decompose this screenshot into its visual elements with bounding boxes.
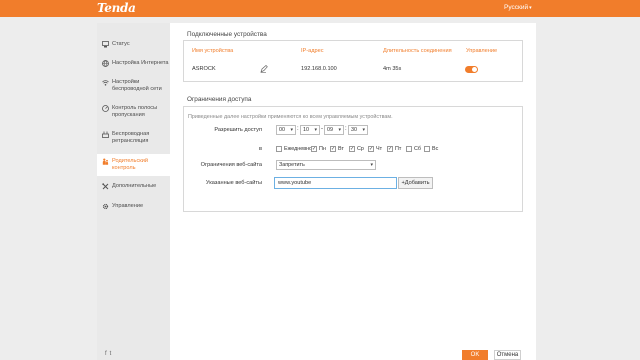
day-tue[interactable]: ✓ Вт bbox=[330, 146, 344, 152]
from-hour-value: 00 bbox=[279, 127, 285, 133]
devices-panel bbox=[183, 40, 523, 82]
chevron-down-icon: ▾ bbox=[314, 127, 317, 133]
column-control: Управление bbox=[466, 48, 498, 54]
tenda-logo: Tenda bbox=[97, 1, 136, 15]
sidebar-item-advanced[interactable]: Дополнительные bbox=[97, 183, 170, 195]
sidebar-item-label: Управление bbox=[112, 203, 144, 209]
social-links: f t bbox=[105, 351, 111, 357]
sidebar-item-label: Настройки беспроводной сети bbox=[112, 79, 162, 92]
device-duration: 4m 35s bbox=[383, 66, 402, 72]
day-mon[interactable]: ✓ Пн bbox=[311, 146, 326, 152]
restrictions-section-title: Ограничения доступа bbox=[187, 96, 252, 103]
days-label: в bbox=[259, 146, 262, 152]
twitter-icon[interactable]: t bbox=[110, 351, 112, 357]
website-input-value: www.youtube bbox=[278, 180, 312, 186]
facebook-icon[interactable]: f bbox=[105, 351, 107, 357]
day-sun[interactable]: Вс bbox=[424, 146, 438, 152]
day-thu[interactable]: ✓ Чт bbox=[368, 146, 382, 152]
day-everyday[interactable]: Ежедневно bbox=[276, 146, 312, 152]
day-label: Пт bbox=[395, 146, 402, 152]
device-ip: 192.168.0.100 bbox=[301, 66, 337, 72]
sidebar-item-label: Дополнительные bbox=[112, 183, 157, 189]
caret-down-icon: ▾ bbox=[529, 4, 532, 11]
chevron-down-icon: ▾ bbox=[338, 127, 341, 133]
sidebar-item-label: Настройка Интернета bbox=[112, 60, 169, 66]
parental-control-icon bbox=[102, 158, 109, 165]
to-hour-select[interactable]: 09 ▾ bbox=[324, 125, 344, 135]
day-label: Ежедневно bbox=[284, 146, 313, 152]
day-wed[interactable]: ✓ Ср bbox=[349, 146, 364, 152]
device-control-toggle[interactable] bbox=[465, 66, 478, 73]
wifi-icon bbox=[102, 79, 109, 86]
chevron-down-icon: ▾ bbox=[362, 127, 365, 133]
website-limit-label: Ограничения веб-сайта bbox=[200, 162, 262, 168]
ok-button[interactable]: OK bbox=[462, 350, 488, 360]
to-minute-select[interactable]: 30 ▾ bbox=[348, 125, 368, 135]
sidebar-item-status[interactable]: Статус bbox=[97, 41, 170, 53]
devices-section-title: Подключенные устройства bbox=[187, 31, 267, 38]
sidebar-item-management[interactable]: Управление bbox=[97, 203, 170, 215]
checkbox[interactable] bbox=[406, 146, 412, 152]
status-icon bbox=[102, 41, 109, 48]
time-range-dash: - bbox=[321, 126, 323, 132]
day-label: Вс bbox=[432, 146, 439, 152]
repeater-icon bbox=[102, 131, 109, 138]
from-hour-select[interactable]: 00 ▾ bbox=[276, 125, 296, 135]
bandwidth-icon bbox=[102, 105, 109, 112]
device-name: ASROCK bbox=[192, 66, 216, 72]
column-duration: Длительность соединения bbox=[383, 48, 452, 54]
day-sat[interactable]: Сб bbox=[406, 146, 421, 152]
checkbox[interactable] bbox=[424, 146, 430, 152]
restrictions-panel bbox=[183, 106, 523, 212]
language-label: Русский bbox=[504, 4, 529, 11]
cancel-button[interactable]: Отмена bbox=[494, 350, 521, 360]
time-separator: : bbox=[345, 126, 347, 132]
day-label: Пн bbox=[319, 146, 326, 152]
edit-icon[interactable] bbox=[260, 65, 268, 73]
sidebar-item-repeater[interactable]: Беспроводная ретрансляция bbox=[97, 131, 170, 149]
from-minute-value: 10 bbox=[303, 127, 309, 133]
chevron-down-icon: ▾ bbox=[370, 162, 373, 168]
day-label: Чт bbox=[376, 146, 383, 152]
checkbox-checked[interactable]: ✓ bbox=[349, 146, 355, 152]
chevron-down-icon: ▾ bbox=[290, 127, 293, 133]
column-ip: IP-адрес bbox=[301, 48, 324, 54]
to-minute-value: 30 bbox=[351, 127, 357, 133]
restrictions-description: Приведенные далее настройки применяются … bbox=[188, 114, 393, 120]
day-label: Вт bbox=[338, 146, 344, 152]
add-website-button[interactable]: +Добавить bbox=[398, 177, 433, 189]
checkbox-checked[interactable]: ✓ bbox=[330, 146, 336, 152]
websites-label: Указанные веб-сайты bbox=[205, 180, 262, 186]
sidebar-item-internet[interactable]: Настройка Интернета bbox=[97, 60, 170, 72]
day-fri[interactable]: ✓ Пт bbox=[387, 146, 401, 152]
sidebar-item-label: Беспроводная ретрансляция bbox=[112, 131, 150, 144]
website-limit-value: Запретить bbox=[279, 162, 305, 168]
day-label: Ср bbox=[357, 146, 364, 152]
sidebar-item-label: Статус bbox=[112, 41, 130, 47]
website-input[interactable]: www.youtube bbox=[274, 177, 397, 189]
checkbox-checked[interactable]: ✓ bbox=[368, 146, 374, 152]
to-hour-value: 09 bbox=[327, 127, 333, 133]
settings-icon bbox=[102, 203, 109, 210]
checkbox-checked[interactable]: ✓ bbox=[387, 146, 393, 152]
day-label: Сб bbox=[414, 146, 421, 152]
column-device-name: Имя устройства bbox=[192, 48, 234, 54]
checkbox-checked[interactable]: ✓ bbox=[311, 146, 317, 152]
tools-icon bbox=[102, 183, 109, 190]
allow-access-label: Разрешить доступ bbox=[214, 127, 262, 133]
sidebar: Статус Настройка Интернета Настройки бес… bbox=[97, 23, 170, 360]
top-bar: Tenda Русский ▾ bbox=[0, 0, 640, 17]
sidebar-item-label: Контроль полосы пропускания bbox=[112, 105, 158, 118]
globe-icon bbox=[102, 60, 109, 67]
sidebar-item-label: Родительский контроль bbox=[112, 158, 148, 171]
time-separator: : bbox=[297, 126, 299, 132]
sidebar-item-parental-control[interactable]: Родительский контроль bbox=[97, 154, 170, 176]
sidebar-item-wireless[interactable]: Настройки беспроводной сети bbox=[97, 79, 170, 97]
checkbox[interactable] bbox=[276, 146, 282, 152]
website-limit-select[interactable]: Запретить ▾ bbox=[276, 160, 376, 170]
sidebar-item-bandwidth[interactable]: Контроль полосы пропускания bbox=[97, 105, 170, 123]
from-minute-select[interactable]: 10 ▾ bbox=[300, 125, 320, 135]
language-selector[interactable]: Русский ▾ bbox=[504, 4, 532, 11]
